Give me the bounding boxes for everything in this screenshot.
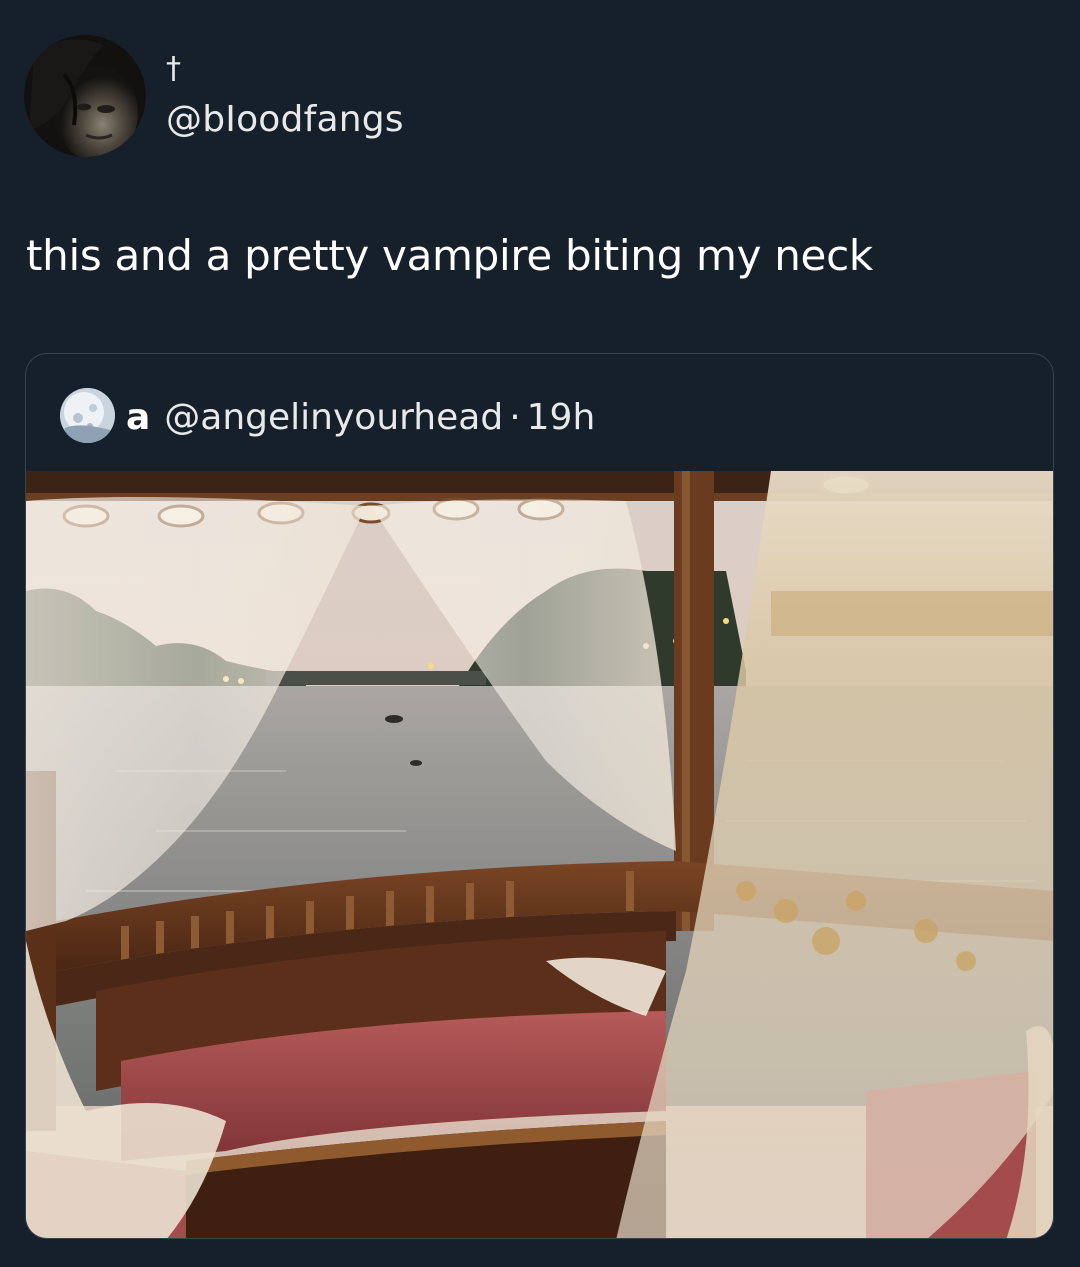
profile-photo-icon — [24, 35, 146, 157]
quoted-tweet-photo[interactable] — [26, 471, 1053, 1238]
quoted-author-avatar[interactable] — [60, 388, 115, 443]
author-avatar[interactable] — [24, 35, 146, 157]
quoted-author-handle[interactable]: @angelinyourhead — [164, 397, 503, 438]
quoted-display-name[interactable]: a — [126, 397, 150, 438]
header-separator: · — [509, 396, 521, 438]
tweet-text: this and a pretty vampire biting my neck — [26, 231, 873, 280]
boat-with-curtains-on-river-photo-icon — [26, 471, 1053, 1238]
quoted-tweet-card[interactable]: a @angelinyourhead · 19h — [25, 353, 1054, 1239]
moon-profile-photo-icon — [60, 388, 115, 443]
display-name[interactable]: † — [166, 54, 181, 84]
author-handle[interactable]: @bIoodfangs — [166, 98, 404, 142]
quoted-tweet-header: a @angelinyourhead · 19h — [126, 392, 595, 442]
quoted-tweet-timestamp[interactable]: 19h — [527, 397, 596, 438]
